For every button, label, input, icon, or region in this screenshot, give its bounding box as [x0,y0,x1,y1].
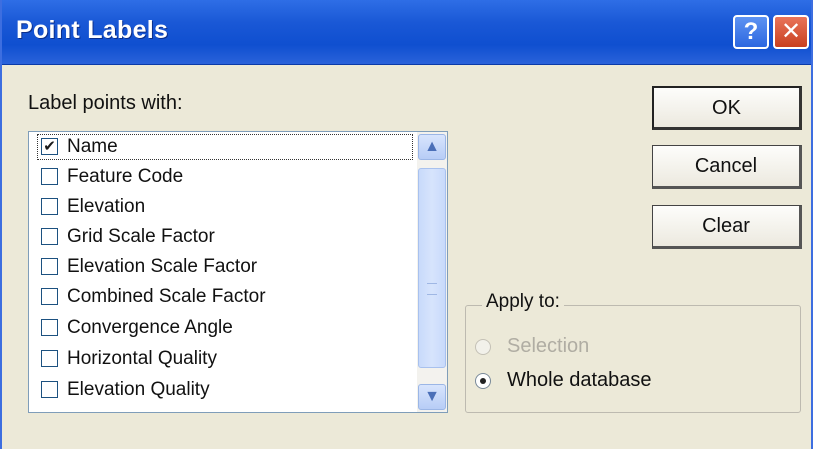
label-points-with-label: Label points with: [28,92,183,114]
checkbox-elevation[interactable] [41,198,58,215]
checkbox-elevation-scale-factor[interactable] [41,258,58,275]
list-item-elevation-quality[interactable]: Elevation Quality [37,377,413,403]
checkbox-convergence-angle[interactable] [41,319,58,336]
checkbox-name[interactable]: ✔ [41,138,58,155]
apply-to-legend: Apply to: [482,291,564,313]
help-button[interactable]: ? [733,15,769,49]
selection-radio-label: Selection [507,335,590,357]
checkmark-icon: ✔ [43,138,56,155]
close-button[interactable]: ✕ [773,15,809,49]
list-item-elevation[interactable]: Elevation [37,194,413,220]
scroll-thumb[interactable] [418,168,446,368]
list-item-label: Name [67,136,118,157]
whole-database-radio[interactable] [475,373,491,389]
list-scrollbar[interactable]: ▲ ▼ [417,132,447,412]
list-item-label: Horizontal Quality [67,348,217,369]
cancel-button[interactable]: Cancel [652,145,802,189]
question-mark-icon: ? [743,18,759,45]
whole-database-radio-label: Whole database [507,369,652,391]
list-item-combined-scale-factor[interactable]: Combined Scale Factor [37,284,413,310]
apply-to-group [465,305,801,413]
checkbox-grid-scale-factor[interactable] [41,228,58,245]
title-bar[interactable]: Point Labels ? ✕ [2,0,811,65]
list-item-elevation-scale-factor[interactable]: Elevation Scale Factor [37,254,413,280]
list-item-convergence-angle[interactable]: Convergence Angle [37,315,413,341]
list-item-name[interactable]: ✔ Name [37,134,413,160]
list-item-label: Elevation Scale Factor [67,256,258,277]
dialog-title: Point Labels [16,16,169,44]
list-item-label: Elevation [67,196,146,217]
list-item-horizontal-quality[interactable]: Horizontal Quality [37,346,413,372]
list-item-grid-scale-factor[interactable]: Grid Scale Factor [37,224,413,250]
checkbox-combined-scale-factor[interactable] [41,288,58,305]
chevron-up-icon: ▲ [424,138,440,155]
selection-radio[interactable] [475,339,491,355]
clear-button[interactable]: Clear [652,205,802,249]
list-item-label: Elevation Quality [67,379,210,400]
label-fields-listbox[interactable]: ✔ Name Feature Code Elevation Grid Scale… [28,131,448,413]
list-item-label: Convergence Angle [67,317,233,338]
list-item-label: Grid Scale Factor [67,226,215,247]
scroll-down-button[interactable]: ▼ [418,384,446,410]
list-item-label: Combined Scale Factor [67,286,266,307]
ok-button[interactable]: OK [652,86,802,130]
checkbox-horizontal-quality[interactable] [41,350,58,367]
scroll-up-button[interactable]: ▲ [418,134,446,160]
checkbox-elevation-quality[interactable] [41,381,58,398]
list-item-feature-code[interactable]: Feature Code [37,164,413,190]
point-labels-dialog: Point Labels ? ✕ Label points with: ✔ Na… [0,0,813,449]
checkbox-feature-code[interactable] [41,168,58,185]
grip-icon [427,283,437,295]
chevron-down-icon: ▼ [424,388,440,405]
close-icon: ✕ [780,18,802,45]
list-item-label: Feature Code [67,166,184,187]
